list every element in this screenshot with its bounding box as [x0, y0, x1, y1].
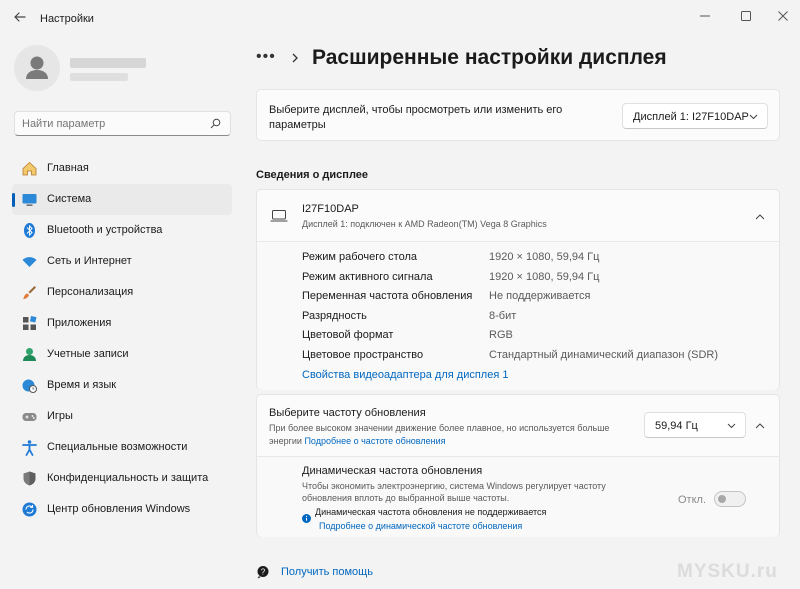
sidebar-item-bluetooth[interactable]: Bluetooth и устройства — [12, 215, 232, 246]
refresh-rate-description: При более высоком значении движение боле… — [269, 423, 610, 446]
chevron-right-icon — [292, 53, 298, 63]
help-icon: ? — [257, 566, 269, 579]
profile-name-blurred — [70, 58, 146, 68]
maximize-icon[interactable] — [738, 8, 754, 24]
display-dropdown[interactable]: Дисплей 1: I27F10DAP — [622, 103, 768, 129]
display-subtitle: Дисплей 1: подключен к AMD Radeon(TM) Ve… — [302, 219, 547, 229]
chevron-down-icon — [727, 423, 736, 429]
info-icon — [302, 514, 311, 523]
laptop-icon — [270, 210, 288, 222]
info-row: Цветовое пространство Стандартный динами… — [302, 348, 719, 361]
select-display-card: Выберите дисплей, чтобы просмотреть или … — [256, 89, 780, 141]
system-icon — [22, 194, 37, 206]
refresh-rate-value: 59,94 Гц — [655, 420, 698, 432]
sidebar-item-accounts[interactable]: Учетные записи — [12, 339, 232, 370]
sidebar-item-gaming[interactable]: Игры — [12, 401, 232, 432]
bluetooth-icon — [24, 223, 35, 238]
close-icon[interactable] — [775, 8, 791, 24]
select-display-text: Выберите дисплей, чтобы просмотреть или … — [269, 104, 563, 131]
dynamic-refresh-section: Динамическая частота обновления Чтобы эк… — [257, 456, 779, 537]
brush-icon — [23, 286, 36, 299]
home-icon — [22, 161, 37, 176]
display-info-body: Режим рабочего стола 1920 × 1080, 59,94 … — [257, 243, 779, 390]
chevron-up-icon[interactable] — [755, 214, 765, 220]
sidebar-item-home[interactable]: Главная — [12, 153, 232, 184]
dynamic-refresh-learn-more-link[interactable]: Подробнее о динамической частоте обновле… — [319, 521, 522, 531]
dynamic-refresh-warning: Динамическая частота обновления не подде… — [315, 507, 547, 517]
sidebar-item-accessibility[interactable]: Специальные возможности — [12, 432, 232, 463]
info-row: Режим рабочего стола 1920 × 1080, 59,94 … — [302, 251, 600, 263]
title-bar: Настройки — [0, 0, 800, 36]
page-title: Расширенные настройки дисплея — [312, 46, 667, 69]
dynamic-refresh-title: Динамическая частота обновления — [302, 465, 483, 477]
info-row: Режим активного сигнала 1920 × 1080, 59,… — [302, 270, 600, 283]
display-info-card: I27F10DAP Дисплей 1: подключен к AMD Rad… — [256, 189, 780, 390]
globe-clock-icon — [22, 379, 37, 393]
avatar[interactable] — [14, 45, 60, 91]
get-help-link[interactable]: Получить помощь — [281, 566, 373, 578]
watermark: MYSKU.ru — [677, 561, 778, 582]
search-icon[interactable] — [210, 118, 221, 129]
refresh-rate-learn-more-link[interactable]: Подробнее о частоте обновления — [304, 436, 445, 446]
account-icon — [23, 348, 36, 361]
sidebar-item-apps[interactable]: Приложения — [12, 308, 232, 339]
user-icon — [26, 56, 48, 79]
back-arrow-icon[interactable] — [12, 9, 28, 25]
refresh-rate-card: Выберите частоту обновления При более вы… — [256, 394, 780, 537]
breadcrumb-more-button[interactable]: ••• — [256, 48, 276, 66]
info-row: Разрядность 8-бит — [302, 309, 517, 322]
search-input[interactable] — [22, 116, 202, 131]
svg-text:?: ? — [261, 568, 266, 577]
dynamic-refresh-description: Чтобы экономить электроэнергию, система … — [302, 481, 606, 503]
toggle-knob — [718, 495, 726, 503]
sidebar-item-privacy[interactable]: Конфиденциальность и защита — [12, 463, 232, 494]
chevron-up-icon[interactable] — [755, 423, 765, 429]
sidebar-item-windows-update[interactable]: Центр обновления Windows — [12, 494, 232, 525]
sidebar-item-personalization[interactable]: Персонализация — [12, 277, 232, 308]
shield-icon — [23, 471, 36, 486]
dynamic-refresh-toggle[interactable] — [714, 491, 746, 507]
accessibility-icon — [22, 440, 37, 456]
minimize-icon[interactable] — [697, 8, 713, 24]
profile-email-blurred — [70, 73, 128, 81]
info-row: Переменная частота обновления Не поддерж… — [302, 290, 591, 302]
apps-icon — [23, 316, 37, 330]
chevron-down-icon — [749, 114, 758, 120]
refresh-rate-title: Выберите частоту обновления — [269, 407, 426, 419]
section-title-display-info: Сведения о дисплее — [256, 169, 369, 181]
app-title: Настройки — [40, 13, 94, 25]
display-name: I27F10DAP — [302, 203, 359, 215]
toggle-state-label: Откл. — [678, 494, 707, 506]
refresh-rate-dropdown[interactable]: 59,94 Гц — [644, 412, 746, 438]
adapter-properties-link[interactable]: Свойства видеоадаптера для дисплея 1 — [302, 369, 508, 381]
wifi-icon — [22, 257, 37, 267]
sidebar-item-time-language[interactable]: Время и язык — [12, 370, 232, 401]
update-icon — [22, 502, 37, 517]
display-info-header[interactable]: I27F10DAP Дисплей 1: подключен к AMD Rad… — [257, 190, 779, 242]
info-row: Цветовой формат RGB — [302, 329, 513, 341]
search-box[interactable] — [14, 111, 231, 136]
sidebar-nav: Главная Система Bluetooth и устройства С… — [12, 153, 232, 525]
display-dropdown-value: Дисплей 1: I27F10DAP — [633, 111, 749, 123]
sidebar-item-network[interactable]: Сеть и Интернет — [12, 246, 232, 277]
gamepad-icon — [22, 413, 37, 421]
sidebar-item-system[interactable]: Система — [12, 184, 232, 215]
